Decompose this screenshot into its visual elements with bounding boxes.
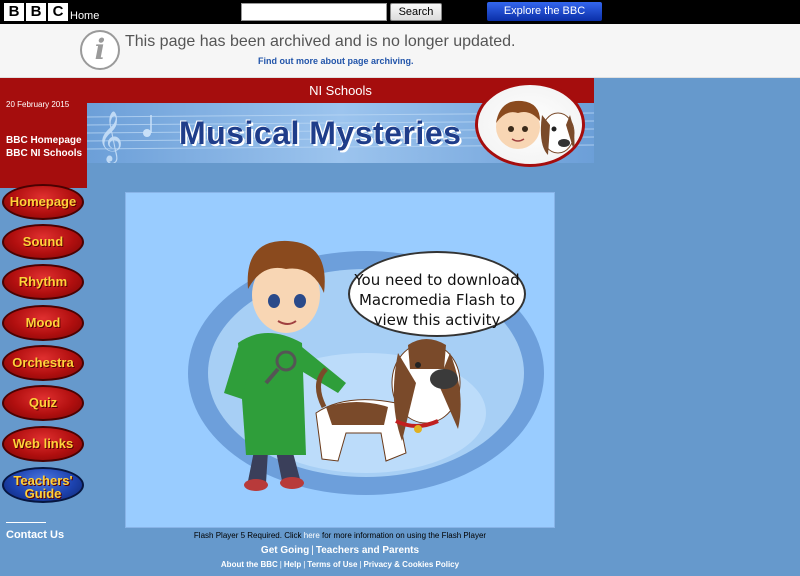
terms-of-use-link[interactable]: Terms of Use (307, 560, 357, 569)
date-label: 20 February 2015 (6, 100, 70, 109)
flash-note-text-end: for more information on using the Flash … (319, 531, 487, 540)
contact-divider (6, 522, 46, 523)
archive-banner: i This page has been archived and is no … (0, 24, 800, 78)
nav-homepage-button[interactable]: Homepage (2, 184, 84, 220)
nav-web-links-button[interactable]: Web links (2, 426, 84, 462)
privacy-cookies-link[interactable]: Privacy & Cookies Policy (363, 560, 459, 569)
nav-orchestra-button[interactable]: Orchestra (2, 345, 84, 381)
page-header: NI Schools 𝄞 Musical Mysteries (87, 78, 594, 188)
about-the-bbc-link[interactable]: About the BBC (221, 560, 278, 569)
left-sidebar: 20 February 2015 BBC Homepage BBC NI Sch… (0, 78, 87, 576)
archive-info-link[interactable]: Find out more about page archiving. (258, 56, 414, 66)
archive-message: This page has been archived and is no lo… (125, 33, 516, 50)
svg-text:𝄞: 𝄞 (97, 111, 123, 163)
get-going-link[interactable]: Get Going (261, 545, 309, 556)
search-button[interactable]: Search (390, 3, 442, 21)
teachers-and-parents-link[interactable]: Teachers and Parents (316, 545, 419, 556)
footer-primary-links: Get Going | Teachers and Parents (0, 545, 680, 556)
flash-player-note: Flash Player 5 Required. Click here for … (0, 531, 680, 540)
nav-quiz-button[interactable]: Quiz (2, 385, 84, 421)
bbc-ni-schools-link[interactable]: BBC NI Schools (6, 148, 82, 159)
footer-separator: | (311, 545, 314, 556)
bbc-top-bar: B B C Home Search Explore the BBC (0, 0, 800, 24)
explore-the-bbc-button[interactable]: Explore the BBC (487, 2, 602, 21)
info-icon: i (80, 30, 120, 70)
nav-mood-button[interactable]: Mood (2, 305, 84, 341)
footer-secondary-links: About the BBC | Help | Terms of Use | Privacy … (0, 560, 680, 569)
search-input[interactable] (241, 3, 387, 21)
nav-rhythm-button[interactable]: Rhythm (2, 264, 84, 300)
sidebar-header: 20 February 2015 BBC Homepage BBC NI Sch… (0, 78, 87, 188)
bbc-logo-letter: B (26, 3, 46, 21)
nav-teachers-guide-button[interactable]: Teachers' Guide (2, 467, 84, 503)
mascot-badge (475, 82, 585, 167)
bbc-logo[interactable]: B B C (4, 3, 68, 21)
home-link[interactable]: Home (70, 10, 99, 22)
page-title: Musical Mysteries (179, 115, 462, 151)
boy-and-dog-illustration (188, 240, 544, 495)
bbc-logo-letter: C (48, 3, 68, 21)
help-link[interactable]: Help (284, 560, 301, 569)
nav-sound-button[interactable]: Sound (2, 224, 84, 260)
bbc-logo-letter: B (4, 3, 24, 21)
flash-info-link[interactable]: here (304, 531, 320, 540)
bbc-homepage-link[interactable]: BBC Homepage (6, 135, 82, 146)
speech-bubble-text: You need to download Macromedia Flash to… (354, 271, 520, 329)
flash-activity-area: You need to download Macromedia Flash to… (125, 192, 555, 528)
flash-note-text: Flash Player 5 Required. Click (193, 531, 304, 540)
